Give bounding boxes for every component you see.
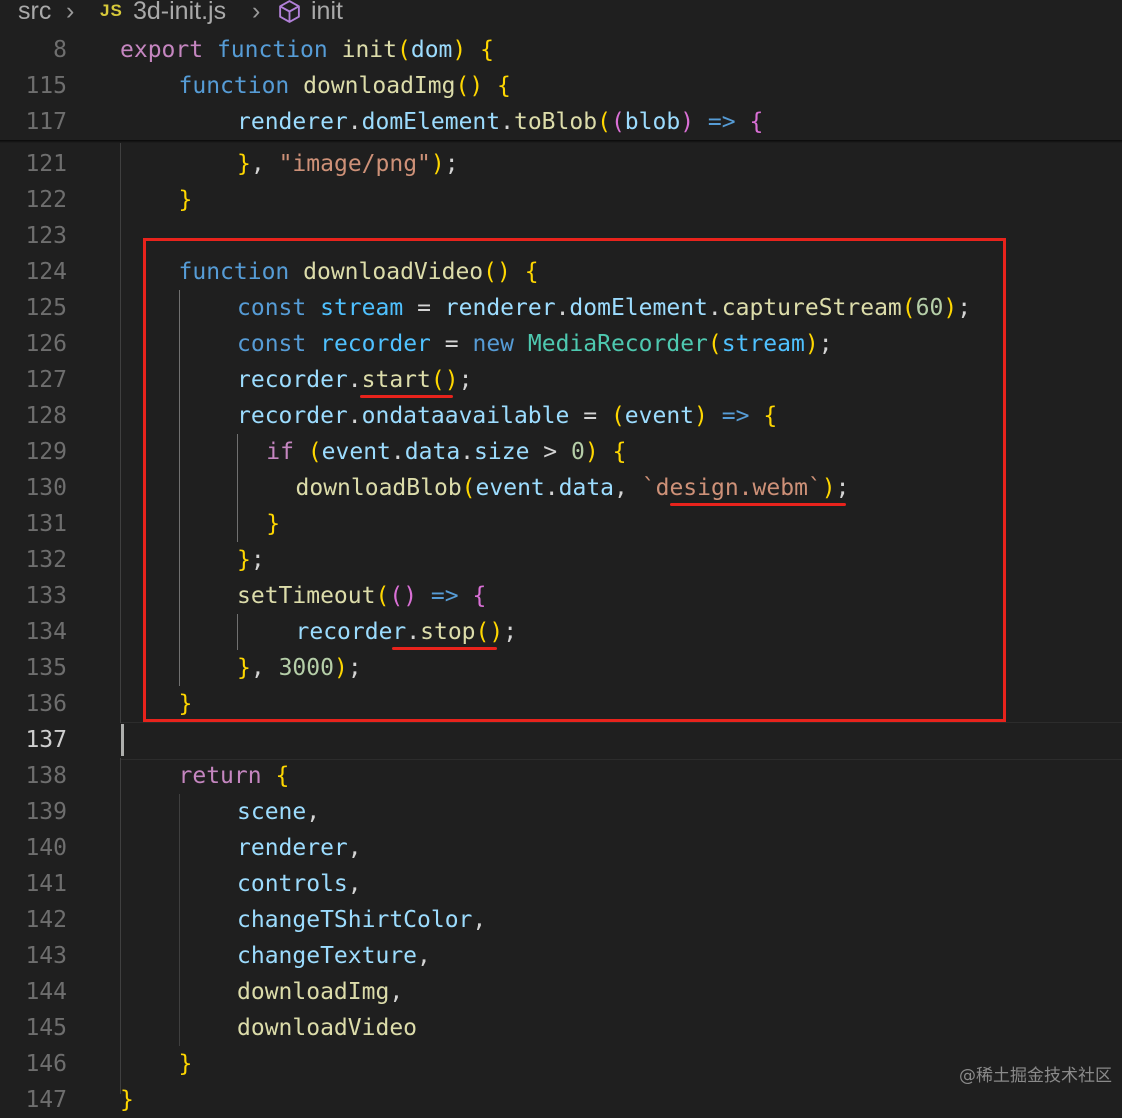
breadcrumb-folder[interactable]: src xyxy=(18,0,51,26)
line-number: 143 xyxy=(25,943,67,969)
line-number: 138 xyxy=(25,763,67,789)
annotation-underline-filename xyxy=(670,503,846,506)
indent-guide xyxy=(179,794,180,1046)
code-line[interactable]: changeTexture, xyxy=(237,938,431,974)
line-number: 134 xyxy=(25,619,67,645)
line-number: 145 xyxy=(25,1015,67,1041)
line-number: 136 xyxy=(25,691,67,717)
line-number: 121 xyxy=(25,151,67,177)
line-number: 147 xyxy=(25,1087,67,1113)
chevron-right-icon: › xyxy=(252,0,261,25)
code-line[interactable]: } xyxy=(179,182,193,218)
indent-guide xyxy=(120,758,121,1094)
code-line[interactable]: } xyxy=(120,1082,134,1118)
line-number: 127 xyxy=(25,367,67,393)
sticky-line-number: 8 xyxy=(53,37,67,63)
sticky-code-line[interactable]: function downloadImg() { xyxy=(179,68,511,104)
chevron-right-icon: › xyxy=(66,0,75,25)
text-caret xyxy=(121,724,124,756)
code-line[interactable]: downloadImg, xyxy=(237,974,403,1010)
sticky-code-line[interactable]: export function init(dom) { xyxy=(120,32,494,68)
annotation-underline-start xyxy=(360,395,453,398)
code-line[interactable]: changeTShirtColor, xyxy=(237,902,486,938)
code-line[interactable]: controls, xyxy=(237,866,362,902)
line-number: 135 xyxy=(25,655,67,681)
line-number: 128 xyxy=(25,403,67,429)
breadcrumb-symbol[interactable]: init xyxy=(311,0,343,26)
javascript-file-icon: JS xyxy=(100,1,123,20)
line-number: 140 xyxy=(25,835,67,861)
line-number: 124 xyxy=(25,259,67,285)
breadcrumb-file[interactable]: 3d-init.js xyxy=(133,0,226,26)
line-number: 130 xyxy=(25,475,67,501)
code-line[interactable]: return { xyxy=(179,758,290,794)
code-line[interactable]: renderer, xyxy=(237,830,362,866)
line-number: 131 xyxy=(25,511,67,537)
cube-symbol-icon xyxy=(279,0,300,23)
breadcrumb: src › JS 3d-init.js › init xyxy=(0,0,1122,26)
line-number: 142 xyxy=(25,907,67,933)
line-number: 139 xyxy=(25,799,67,825)
sticky-line-number: 117 xyxy=(25,109,67,135)
code-line[interactable]: scene, xyxy=(237,794,320,830)
code-line[interactable]: } xyxy=(179,1046,193,1082)
line-number: 125 xyxy=(25,295,67,321)
watermark: @稀土掘金技术社区 xyxy=(959,1066,1112,1086)
line-number: 132 xyxy=(25,547,67,573)
line-number: 144 xyxy=(25,979,67,1005)
annotation-underline-stop xyxy=(392,647,497,650)
line-number-active: 137 xyxy=(25,727,67,753)
annotation-highlight-box xyxy=(143,238,1006,722)
line-number: 129 xyxy=(25,439,67,465)
line-number: 133 xyxy=(25,583,67,609)
sticky-code-line[interactable]: renderer.domElement.toBlob((blob) => { xyxy=(237,104,763,140)
code-line[interactable]: downloadVideo xyxy=(237,1010,417,1046)
line-number: 141 xyxy=(25,871,67,897)
line-number: 126 xyxy=(25,331,67,357)
line-number: 123 xyxy=(25,223,67,249)
code-line[interactable]: }, "image/png"); xyxy=(237,146,459,182)
line-number: 146 xyxy=(25,1051,67,1077)
current-line-highlight xyxy=(120,722,1122,760)
indent-guide xyxy=(120,143,121,723)
sticky-line-number: 115 xyxy=(25,73,67,99)
sticky-scroll-shadow xyxy=(0,140,1122,143)
line-number: 122 xyxy=(25,187,67,213)
